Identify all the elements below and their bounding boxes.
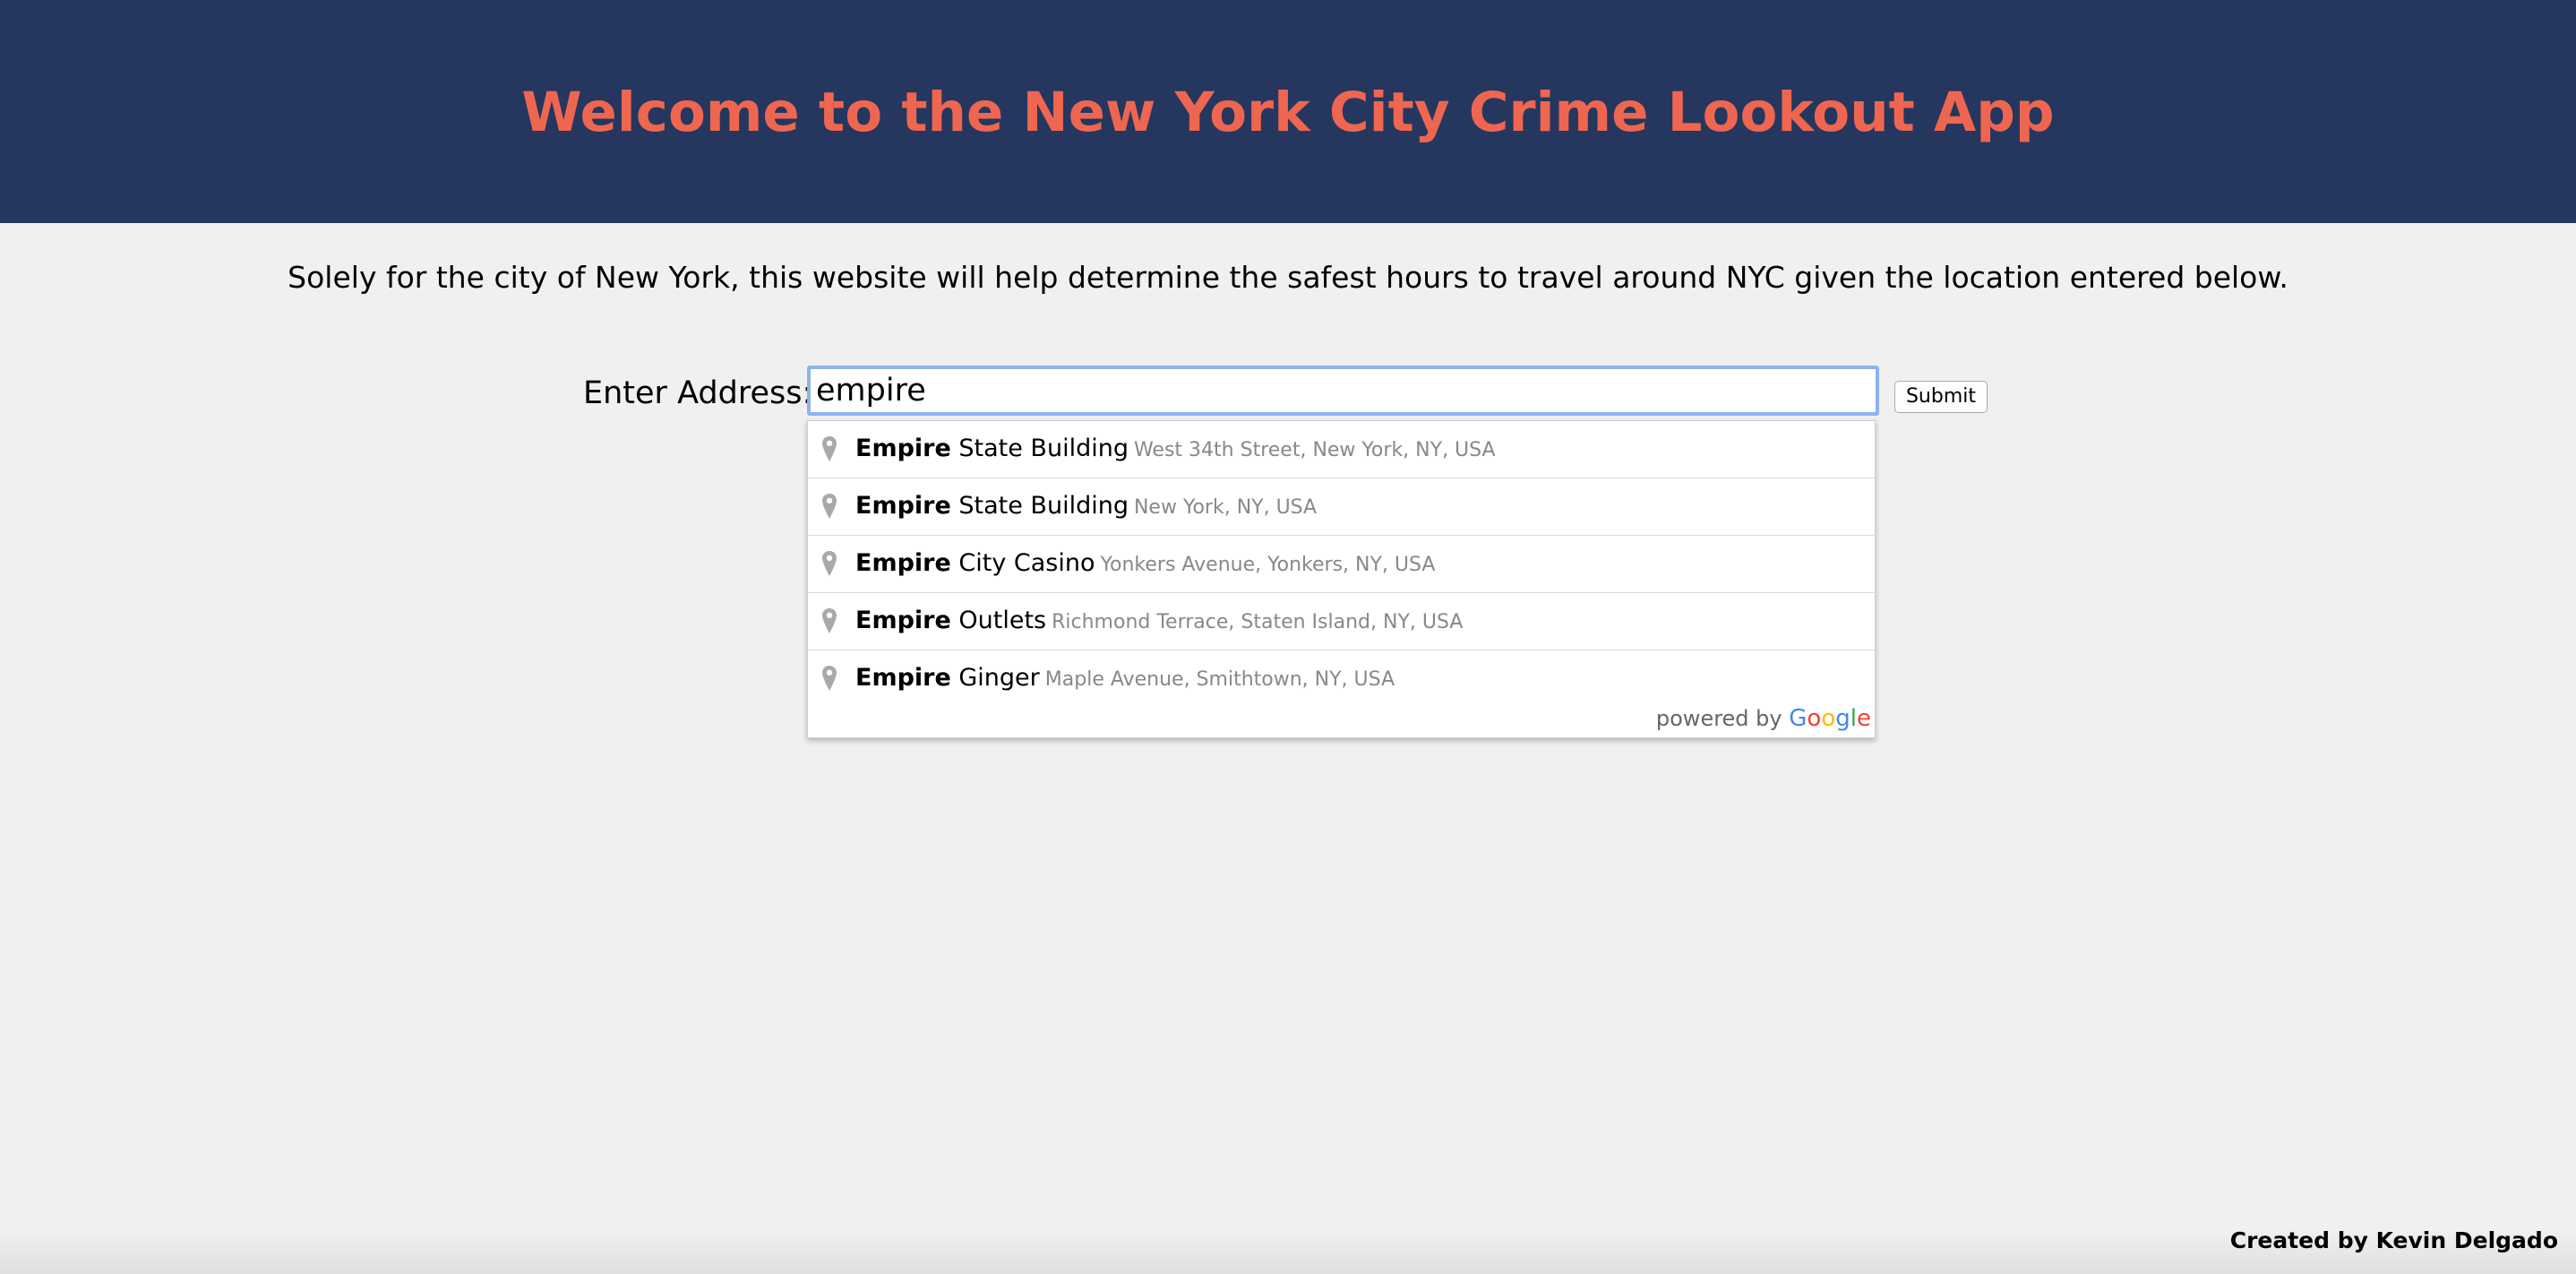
suggestion-text: Empire State Building New York, NY, USA xyxy=(855,490,1317,524)
suggestion-name: State Building xyxy=(950,435,1129,462)
suggestion-name: Ginger xyxy=(950,664,1040,692)
address-input[interactable] xyxy=(807,366,1879,416)
google-logo-letter: g xyxy=(1835,705,1850,732)
map-pin-icon xyxy=(822,436,837,461)
autocomplete-suggestion[interactable]: Empire City Casino Yonkers Avenue, Yonker… xyxy=(808,536,1875,593)
google-logo-letter: o xyxy=(1821,705,1836,732)
map-pin-icon xyxy=(822,608,837,633)
powered-by-label: powered by xyxy=(1655,706,1782,731)
powered-by-google: powered by Google xyxy=(1656,705,1871,732)
google-logo-letter: o xyxy=(1807,705,1822,732)
bottom-shadow xyxy=(0,1229,2576,1274)
map-pin-icon xyxy=(822,494,837,519)
suggestion-name: Outlets xyxy=(950,607,1047,634)
suggestion-address: New York, NY, USA xyxy=(1133,496,1318,519)
suggestion-text: Empire Outlets Richmond Terrace, Staten I… xyxy=(855,605,1463,639)
page-description: Solely for the city of New York, this we… xyxy=(288,260,2288,295)
autocomplete-suggestion[interactable]: Empire State Building New York, NY, USA xyxy=(808,478,1875,536)
suggestion-address: Richmond Terrace, Staten Island, NY, USA xyxy=(1052,611,1464,633)
map-pin-icon xyxy=(822,551,837,576)
suggestion-name: City Casino xyxy=(950,549,1095,577)
footer-credit: Created by Kevin Delgado xyxy=(2229,1227,2558,1253)
suggestion-address: Yonkers Avenue, Yonkers, NY, USA xyxy=(1100,554,1436,576)
google-logo-letter: G xyxy=(1789,705,1807,732)
page-title: Welcome to the New York City Crime Looko… xyxy=(521,81,2055,144)
suggestion-match: Empire xyxy=(855,607,951,634)
suggestion-text: Empire Ginger Maple Avenue, Smithtown, NY… xyxy=(855,662,1395,696)
google-logo-letter: e xyxy=(1857,705,1871,732)
suggestion-text: Empire State Building West 34th Street, N… xyxy=(855,433,1496,467)
google-logo-letter: l xyxy=(1850,705,1857,732)
autocomplete-suggestion[interactable]: Empire State Building West 34th Street, N… xyxy=(808,421,1875,478)
suggestion-address: West 34th Street, New York, NY, USA xyxy=(1133,439,1496,461)
autocomplete-suggestion[interactable]: Empire Ginger Maple Avenue, Smithtown, NY… xyxy=(808,650,1875,708)
suggestion-match: Empire xyxy=(855,664,951,692)
map-pin-icon xyxy=(822,666,837,691)
suggestion-address: Maple Avenue, Smithtown, NY, USA xyxy=(1044,668,1395,691)
suggestion-text: Empire City Casino Yonkers Avenue, Yonker… xyxy=(855,547,1435,581)
address-label: Enter Address: xyxy=(583,375,813,411)
suggestion-match: Empire xyxy=(855,435,951,462)
google-logo: Google xyxy=(1789,705,1871,732)
submit-button[interactable]: Submit xyxy=(1894,381,1988,413)
suggestion-match: Empire xyxy=(855,492,951,520)
autocomplete-suggestion[interactable]: Empire Outlets Richmond Terrace, Staten I… xyxy=(808,593,1875,650)
page-header: Welcome to the New York City Crime Looko… xyxy=(0,0,2576,223)
autocomplete-dropdown: Empire State Building West 34th Street, N… xyxy=(807,420,1876,738)
suggestion-name: State Building xyxy=(950,492,1129,520)
suggestion-match: Empire xyxy=(855,549,951,577)
